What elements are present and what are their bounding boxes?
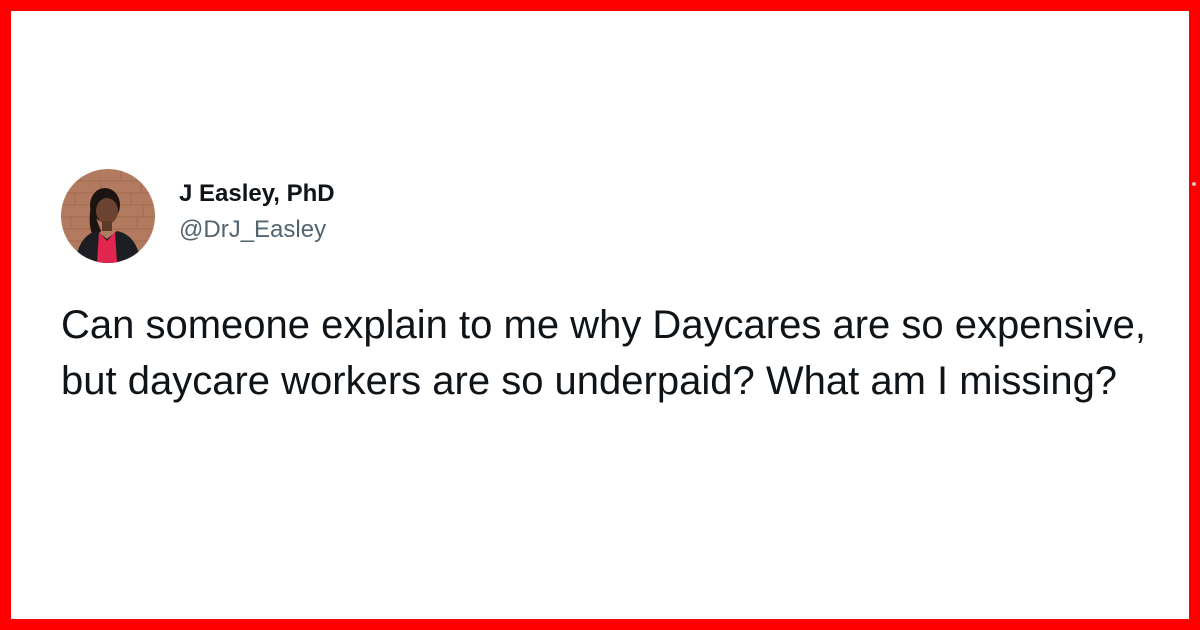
user-handle[interactable]: @DrJ_Easley [179, 215, 335, 245]
tweet-header: J Easley, PhD @DrJ_Easley [61, 169, 1161, 263]
red-border-frame: J Easley, PhD @DrJ_Easley Can someone ex… [0, 0, 1200, 630]
user-names: J Easley, PhD @DrJ_Easley [179, 179, 335, 245]
tweet-card: J Easley, PhD @DrJ_Easley Can someone ex… [61, 169, 1161, 409]
tweet-text: Can someone explain to me why Daycares a… [61, 303, 1146, 403]
display-name[interactable]: J Easley, PhD [179, 179, 335, 209]
edge-dot [1192, 182, 1196, 186]
avatar[interactable] [61, 169, 155, 263]
avatar-photo-icon [61, 169, 155, 263]
